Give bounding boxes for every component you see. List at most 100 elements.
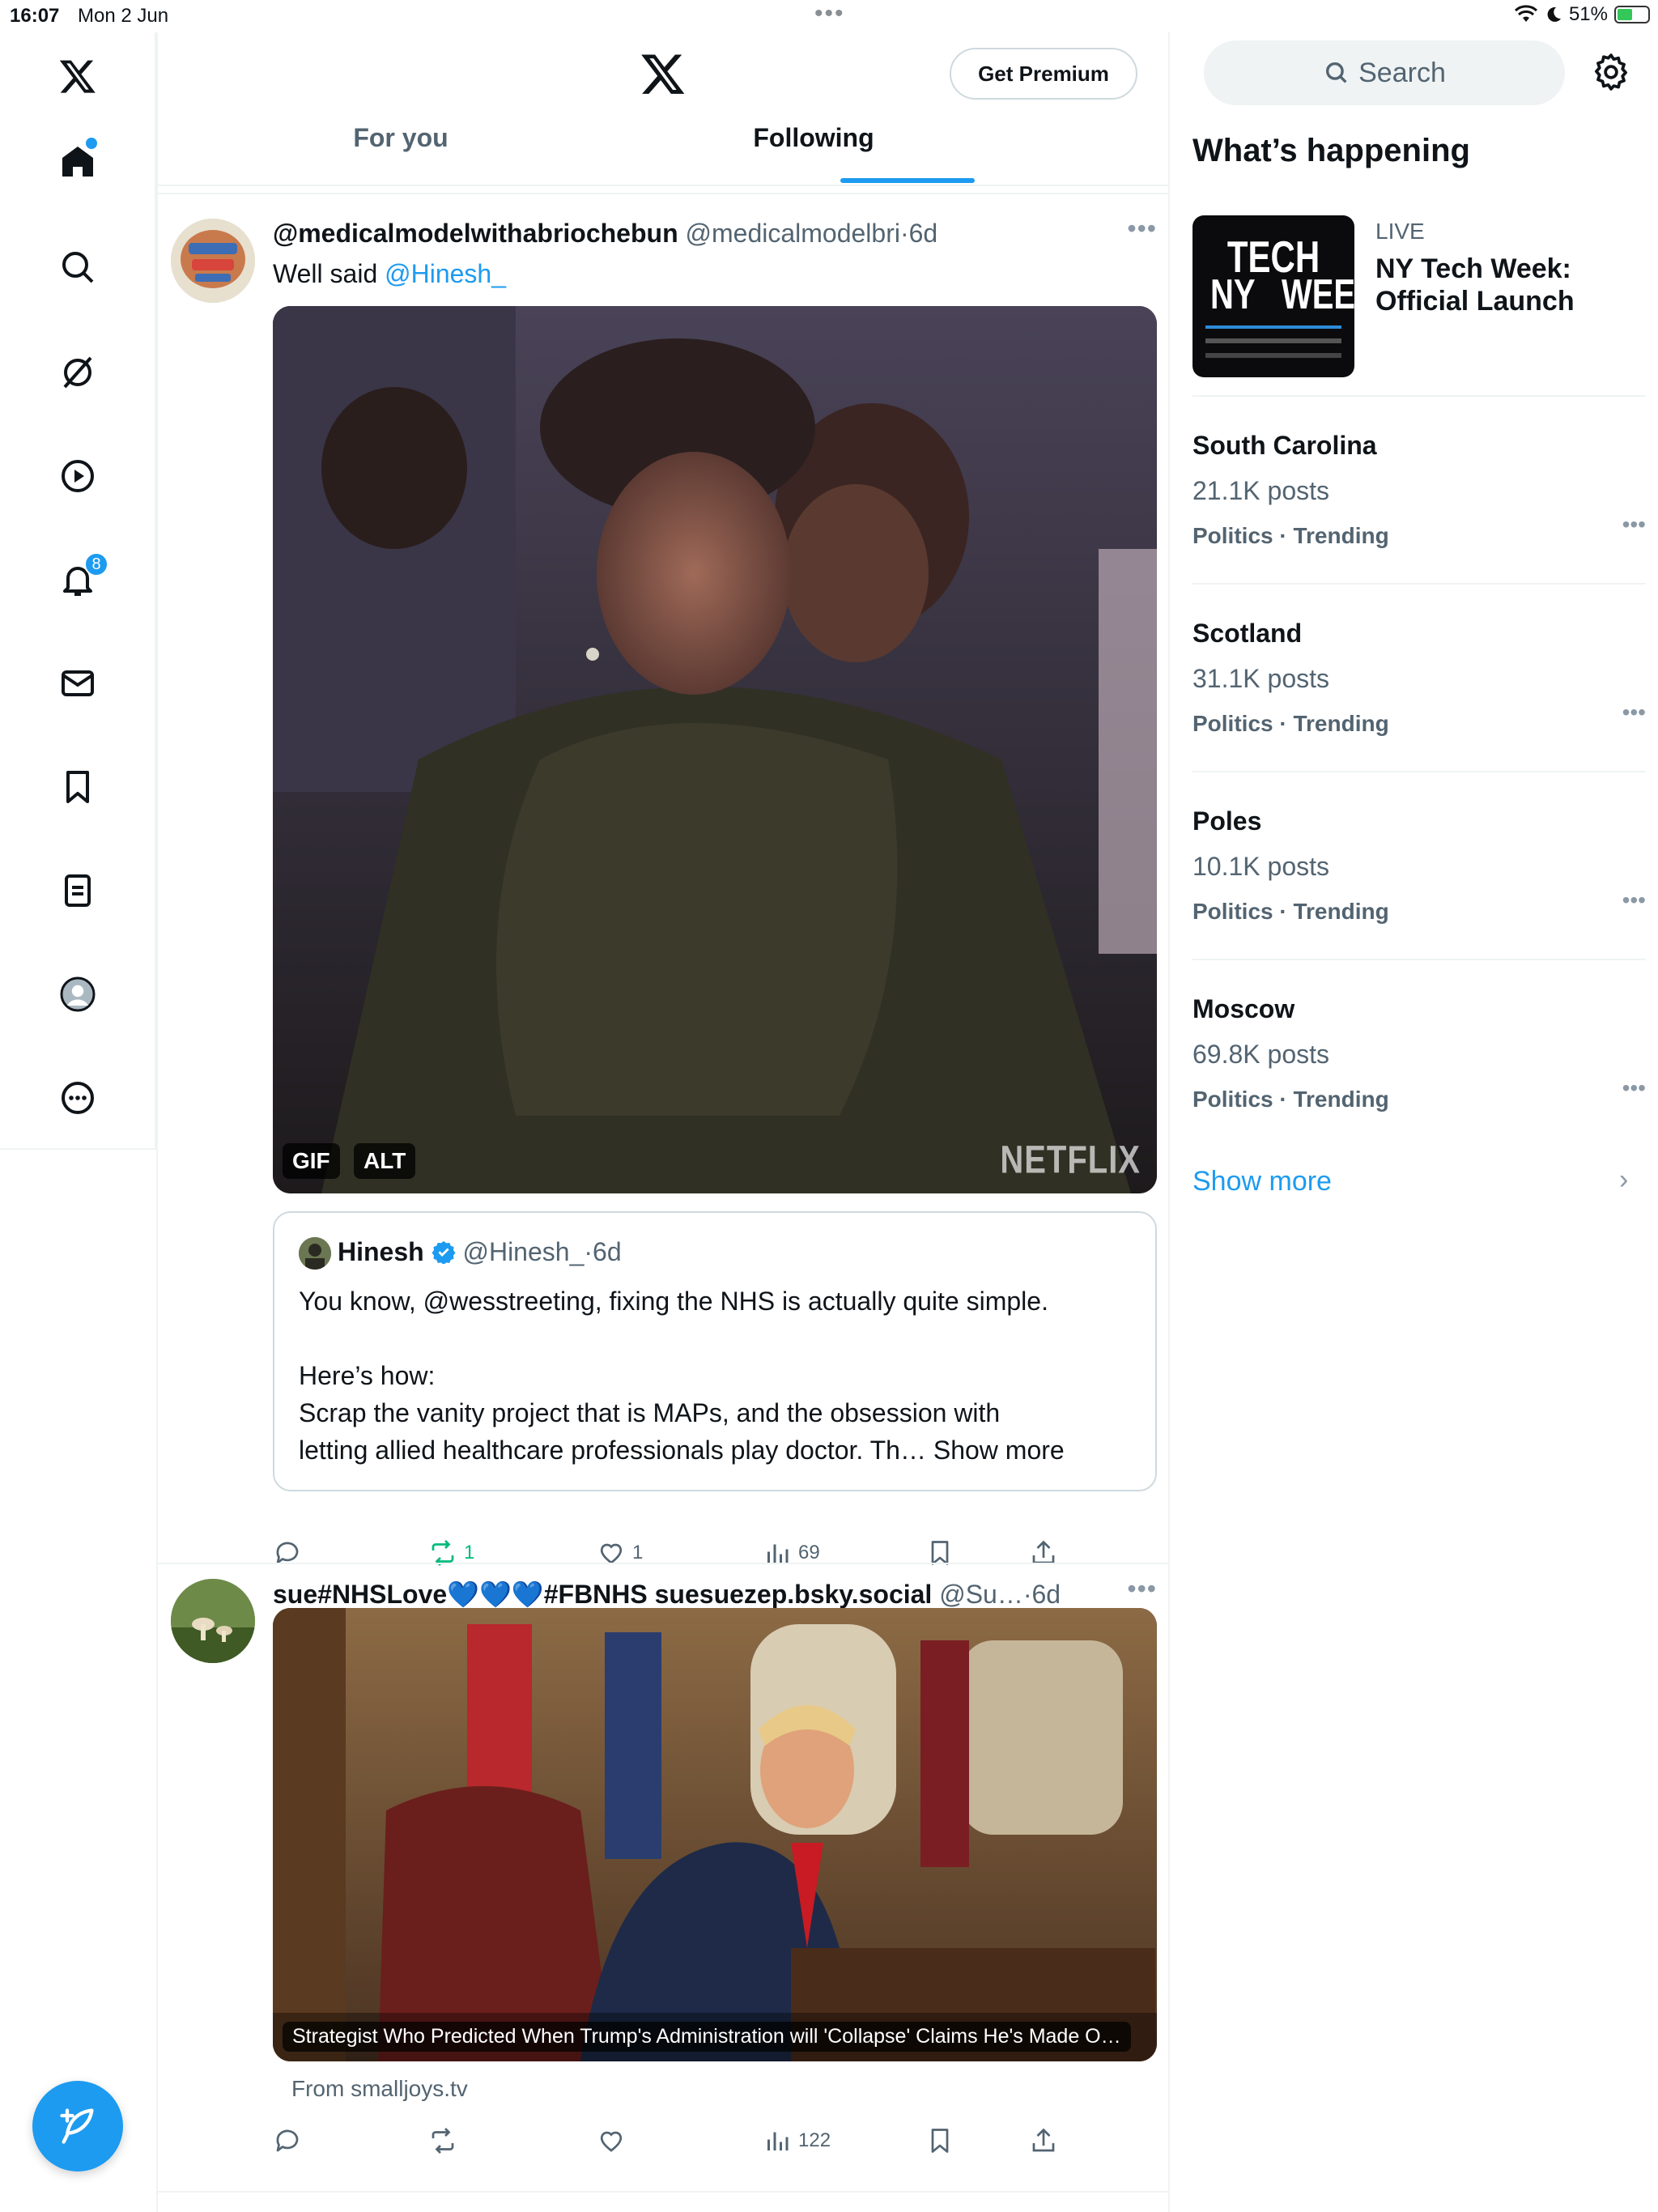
trend-more-icon[interactable]: ••• (1622, 700, 1646, 725)
timeline-header: Get Premium For you Following (158, 32, 1170, 186)
link-card-image[interactable]: Strategist Who Predicted When Trump's Ad… (273, 1608, 1157, 2061)
notification-count-badge: 8 (84, 552, 108, 576)
quoted-show-more-link[interactable]: Show more (933, 1436, 1065, 1465)
quoted-author-name[interactable]: Hinesh (338, 1237, 424, 1266)
verified-badge-icon (432, 1240, 456, 1265)
battery-icon (1614, 6, 1650, 23)
home-icon[interactable] (49, 133, 107, 191)
quoted-text: You know, @wesstreeting, fixing the NHS … (299, 1283, 1065, 1469)
trend-more-icon[interactable]: ••• (1622, 1075, 1646, 1101)
search-icon[interactable] (49, 238, 107, 296)
messages-envelope-icon[interactable] (49, 654, 107, 713)
trend-item[interactable]: Scotland 31.1K posts Politics · Trending… (1192, 619, 1646, 806)
status-time: 16:07 (10, 5, 60, 27)
reply-icon (276, 2129, 299, 2152)
timeline-column: Get Premium For you Following @medicalmo… (158, 32, 1170, 2212)
trend-item[interactable]: Moscow 69.8K posts Politics · Trending •… (1192, 994, 1646, 1182)
wifi-icon (1514, 5, 1537, 22)
tweet-more-icon[interactable]: ••• (1127, 214, 1157, 244)
separator-dot: · (584, 1237, 593, 1266)
sidebar-divider (1192, 395, 1646, 397)
header-divider (158, 185, 1170, 186)
whats-happening-title: What’s happening (1192, 133, 1470, 168)
bookmark-icon[interactable] (49, 758, 107, 816)
tweet-time[interactable]: 6d (1031, 1580, 1061, 1609)
trend-post-count: 21.1K posts (1192, 476, 1329, 505)
avatar[interactable] (171, 1579, 255, 1663)
like-button[interactable] (597, 2126, 632, 2155)
repost-count: 1 (464, 1542, 475, 1563)
sidebar-divider (1192, 583, 1646, 585)
quoted-text-line: Scrap the vanity project that is MAPs, a… (299, 1398, 1001, 1427)
status-bar: 16:07 Mon 2 Jun ••• 51% (0, 0, 1658, 32)
quoted-author-handle[interactable]: @Hinesh_ (462, 1237, 584, 1266)
alt-text-badge[interactable]: ALT (354, 1143, 416, 1179)
trend-item[interactable]: South Carolina 21.1K posts Politics · Tr… (1192, 431, 1646, 619)
tweet-time[interactable]: 6d (909, 219, 938, 248)
card-photo (273, 1608, 1157, 2061)
author-name[interactable]: sue#NHSLove💙💙💙#FBNHS suesuezep.bsky.soci… (273, 1580, 932, 1609)
tweet-divider (158, 1563, 1170, 1564)
trend-more-icon[interactable]: ••• (1622, 512, 1646, 538)
quoted-avatar[interactable] (299, 1237, 331, 1270)
notifications-bell-icon[interactable]: 8 (49, 551, 108, 609)
tweet-more-icon[interactable]: ••• (1127, 1574, 1157, 1604)
header-divider-secondary (158, 193, 1170, 194)
bookmark-button[interactable] (925, 2126, 954, 2155)
trend-post-count: 69.8K posts (1192, 1040, 1329, 1069)
live-event-image: TECH NY WEEK (1192, 215, 1354, 377)
card-source[interactable]: From smalljoys.tv (291, 2076, 468, 2102)
tweet-gif[interactable]: GIF ALT NETFLIX (273, 306, 1157, 1193)
mention-link[interactable]: @Hinesh_ (385, 259, 506, 288)
chevron-right-icon[interactable]: › (1619, 1164, 1628, 1196)
tweet[interactable]: @medicalmodelwithabriochebun @medicalmod… (158, 214, 1170, 1595)
author-name[interactable]: @medicalmodelwithabriochebun (273, 219, 678, 248)
left-nav-rail: 8 (0, 32, 156, 1150)
live-event-card[interactable]: TECH NY WEEK LIVE NY Tech Week: Official… (1192, 215, 1646, 377)
search-placeholder: Search (1358, 57, 1446, 88)
compose-post-button[interactable] (32, 2081, 123, 2172)
tweet-header: sue#NHSLove💙💙💙#FBNHS suesuezep.bsky.soci… (273, 1579, 1061, 1610)
sidebar-divider (1192, 771, 1646, 772)
x-logo-icon[interactable] (49, 47, 107, 105)
trend-item[interactable]: Poles 10.1K posts Politics · Trending ••… (1192, 806, 1646, 994)
author-handle[interactable]: @medicalmodelbri (686, 219, 900, 248)
reply-button[interactable] (273, 2126, 308, 2155)
tab-following[interactable]: Following (684, 123, 943, 186)
video-play-icon[interactable] (49, 447, 107, 505)
tweet-text: Well said @Hinesh_ (273, 259, 506, 289)
card-title[interactable]: Strategist Who Predicted When Trump's Ad… (283, 2022, 1131, 2052)
netflix-watermark: NETFLIX (1000, 1138, 1141, 1182)
status-indicators: 51% (1514, 3, 1650, 26)
trend-name: Moscow (1192, 994, 1295, 1023)
lists-icon[interactable] (49, 861, 107, 920)
trend-name: Scotland (1192, 619, 1303, 648)
more-options-icon[interactable] (49, 1069, 107, 1127)
author-handle[interactable]: @Su… (939, 1580, 1023, 1609)
views-count: 69 (798, 1542, 820, 1563)
live-event-title[interactable]: NY Tech Week: Official Launch (1375, 253, 1643, 317)
avatar[interactable] (171, 219, 255, 303)
trend-category: Politics · Trending (1192, 523, 1389, 548)
search-input[interactable]: Search (1204, 40, 1565, 105)
trend-more-icon[interactable]: ••• (1622, 887, 1646, 913)
share-button[interactable] (1029, 2126, 1058, 2155)
show-more-link[interactable]: Show more (1192, 1166, 1332, 1197)
get-premium-button[interactable]: Get Premium (950, 48, 1137, 100)
quoted-tweet[interactable]: Hinesh @Hinesh_·6d You know, @wesstreeti… (273, 1211, 1157, 1491)
tweet[interactable]: sue#NHSLove💙💙💙#FBNHS suesuezep.bsky.soci… (158, 1574, 1170, 2212)
settings-gear-icon[interactable] (1591, 52, 1631, 92)
tweet-text-body: Well said (273, 259, 385, 288)
trend-category: Politics · Trending (1192, 711, 1389, 736)
tweet-header: @medicalmodelwithabriochebun @medicalmod… (273, 219, 937, 249)
x-logo-icon[interactable] (640, 50, 687, 97)
repost-button[interactable] (428, 2126, 464, 2155)
status-date: Mon 2 Jun (78, 5, 169, 27)
quoted-time: 6d (593, 1237, 622, 1266)
profile-avatar-icon[interactable] (49, 965, 107, 1023)
tab-for-you[interactable]: For you (158, 123, 644, 186)
multitasking-dots-icon[interactable]: ••• (814, 0, 845, 28)
views-count: 122 (798, 2129, 831, 2151)
grok-icon[interactable] (49, 343, 107, 402)
views-button[interactable]: 122 (763, 2126, 831, 2155)
